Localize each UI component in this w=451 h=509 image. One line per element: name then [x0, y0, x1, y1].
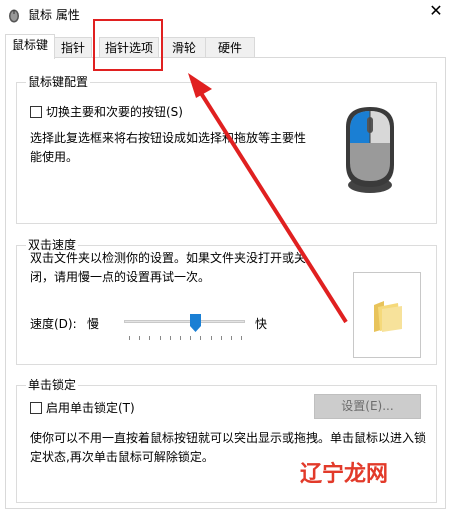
button-config-description: 选择此复选框来将右按钮设成如选择和拖放等主要性能使用。 — [30, 131, 307, 164]
slider-tick — [160, 336, 161, 340]
annotation-highlight-box — [93, 19, 163, 71]
window-title: 鼠标 属性 — [28, 8, 80, 22]
tab-hardware[interactable]: 硬件 — [205, 37, 255, 57]
button-config-title: 鼠标键配置 — [26, 74, 91, 90]
mouse-illustration-icon — [346, 107, 394, 193]
slider-tick — [170, 336, 171, 340]
speed-slider-track[interactable] — [124, 320, 245, 323]
watermark-logo: 辽宁龙网 — [300, 462, 389, 487]
fast-label: 快 — [255, 317, 268, 331]
click-lock-title: 单击锁定 — [26, 377, 79, 393]
mouse-icon — [9, 9, 19, 23]
speed-label: 速度(D): — [30, 317, 77, 331]
slider-tick — [180, 336, 181, 340]
slider-tick — [139, 336, 140, 340]
click-lock-label[interactable]: 启用单击锁定(T) — [46, 400, 135, 416]
tab-wheel[interactable]: 滑轮 — [162, 37, 206, 57]
slider-tick — [231, 336, 232, 340]
tab-mouse-buttons[interactable]: 鼠标键 — [5, 34, 55, 59]
click-lock-checkbox[interactable] — [30, 402, 42, 414]
slider-tick — [211, 336, 212, 340]
speed-slider-thumb[interactable] — [190, 314, 201, 332]
close-button[interactable]: ✕ — [421, 0, 451, 24]
title-bar: 鼠标 属性 ✕ — [0, 0, 451, 30]
slider-tick — [149, 336, 150, 340]
slider-tick — [190, 336, 191, 340]
tab-strip: 鼠标键 指针 指针选项 滑轮 硬件 — [0, 34, 451, 59]
slow-label: 慢 — [87, 317, 100, 331]
slider-tick — [241, 336, 242, 340]
slider-tick — [200, 336, 201, 340]
switch-buttons-label[interactable]: 切换主要和次要的按钮(S) — [46, 104, 183, 120]
double-click-test-area[interactable] — [353, 272, 421, 358]
folder-icon[interactable] — [372, 299, 404, 333]
switch-buttons-checkbox[interactable] — [30, 106, 42, 118]
tab-pointers[interactable]: 指针 — [54, 37, 92, 57]
slider-tick — [221, 336, 222, 340]
slider-tick — [129, 336, 130, 340]
click-lock-settings-button[interactable]: 设置(E)... — [314, 394, 421, 419]
double-click-description: 双击文件夹以检测你的设置。如果文件夹没打开或关闭，请用慢一点的设置再试一次。 — [30, 251, 307, 284]
